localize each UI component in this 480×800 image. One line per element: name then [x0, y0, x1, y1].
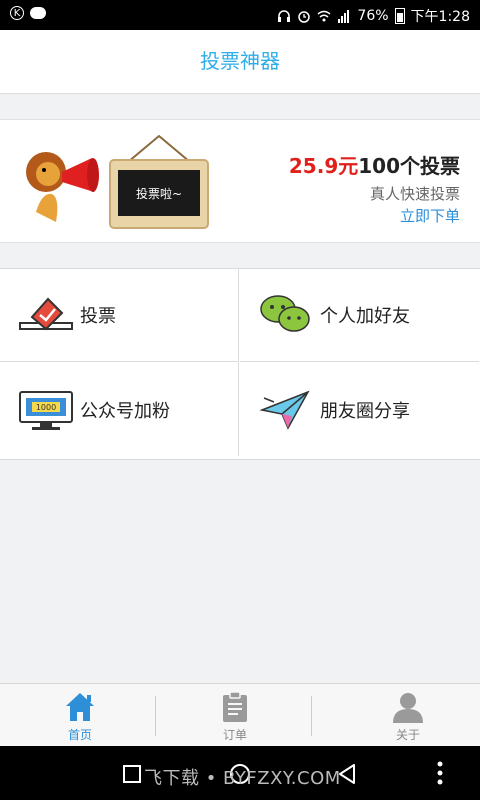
clock: 下午1:28: [410, 9, 470, 25]
clipboard-icon: [223, 691, 247, 722]
svg-text:1000: 1000: [36, 403, 56, 412]
tab-divider: [311, 696, 312, 736]
paper-plane-icon: [259, 390, 310, 430]
user-icon: [393, 693, 423, 723]
more-icon[interactable]: [436, 760, 444, 786]
home-icon: [66, 693, 94, 721]
chat-icon: [30, 7, 46, 19]
tab-label: 首页: [67, 728, 92, 742]
recents-icon[interactable]: [122, 764, 142, 784]
feature-official-followers[interactable]: 1000 公众号加粉: [0, 363, 239, 456]
signal-icon: [338, 10, 350, 23]
page-title: 投票神器: [200, 49, 280, 73]
battery-icon: [394, 8, 405, 24]
alarm-icon: [298, 11, 311, 23]
feature-vote[interactable]: 投票: [0, 269, 239, 362]
promo-banner[interactable]: 投票啦~ 25.9元100个投票 真人快速投票 立即下单: [0, 119, 480, 243]
monitor-icon: 1000: [19, 390, 73, 430]
system-nav-bar: 飞下载 • BYFZXY.COM: [0, 746, 480, 800]
tab-label: 订单: [222, 728, 247, 742]
headset-icon: [278, 10, 291, 22]
ballot-box-icon: [19, 297, 73, 331]
feature-label: 公众号加粉: [80, 400, 170, 422]
svg-text:投票啦~: 投票啦~: [136, 186, 182, 201]
feature-label: 投票: [80, 306, 116, 327]
wifi-icon: [317, 10, 331, 22]
feature-label: 朋友圈分享: [320, 400, 410, 422]
lion-megaphone-image: [26, 152, 99, 222]
k-icon: K: [10, 6, 24, 20]
bottom-tab-bar: 首页 订单 关于: [0, 683, 480, 747]
tab-label: 关于: [395, 728, 420, 742]
banner-description: 真人快速投票: [369, 185, 460, 203]
feature-add-friends[interactable]: 个人加好友: [240, 269, 479, 362]
price-amount: 25.9元: [288, 154, 359, 178]
battery-percent: 76%: [357, 8, 389, 24]
tab-about[interactable]: 关于: [328, 684, 480, 747]
vote-board-image: 投票啦~: [109, 134, 209, 229]
feature-grid: 投票 个人加好友 1000 公众号加粉 朋友圈分享: [0, 268, 480, 460]
watermark: 飞下载 • BYFZXY.COM: [144, 768, 341, 789]
tab-orders[interactable]: 订单: [155, 684, 315, 747]
order-now-link[interactable]: 立即下单: [400, 205, 460, 226]
price-offer: 100个投票: [358, 154, 460, 178]
title-bar: 投票神器: [0, 30, 480, 94]
feature-label: 个人加好友: [320, 306, 410, 327]
wechat-icon: [260, 295, 310, 332]
status-bar: K 76% 下午1:28: [0, 0, 480, 30]
price-text: 25.9元100个投票: [289, 150, 460, 179]
feature-moments-share[interactable]: 朋友圈分享: [240, 363, 479, 456]
tab-home[interactable]: 首页: [0, 684, 160, 747]
